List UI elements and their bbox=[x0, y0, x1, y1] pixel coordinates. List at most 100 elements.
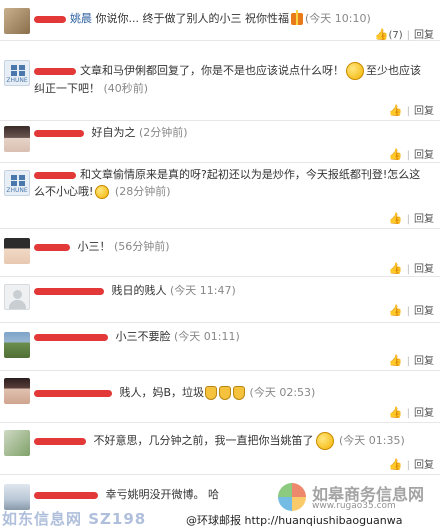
comment-row-4: ZHUNE 和文章偷情原来是真的呀?起初还以为是炒作，今天报纸都刊登!怎么这么不… bbox=[0, 162, 440, 229]
comment-actions: 👍 | 回复 bbox=[388, 406, 434, 419]
comment-actions: 👍(7) | 回复 bbox=[374, 28, 434, 41]
comment-row-7: 小三不要脸 (今天 01:11) 👍 | 回复 bbox=[0, 322, 440, 371]
redacted-username bbox=[34, 287, 104, 295]
comment-text: 不好意思，几分钟之前，我一直把你当姚笛了 bbox=[93, 434, 314, 447]
reply-link[interactable]: 回复 bbox=[414, 460, 434, 471]
comment-text: 你说你... 终于做了别人的小三 祝你性福 bbox=[95, 12, 289, 25]
comment-actions: 👍 | 回复 bbox=[388, 354, 434, 367]
blush-emoji-icon bbox=[95, 185, 110, 199]
comment-actions: 👍 | 回复 bbox=[388, 212, 434, 225]
like-icon[interactable]: 👍 bbox=[389, 458, 403, 471]
redacted-username bbox=[34, 333, 108, 341]
comment-time: (40秒前) bbox=[103, 82, 149, 95]
comment-text: 小三！ bbox=[77, 240, 111, 253]
reply-link[interactable]: 回复 bbox=[414, 214, 434, 225]
reply-link[interactable]: 回复 bbox=[414, 150, 434, 161]
comment-actions: 👍 | 回复 bbox=[388, 104, 434, 117]
comment-time: (2分钟前) bbox=[139, 126, 188, 139]
user-avatar[interactable] bbox=[4, 238, 30, 264]
comment-body: 小三！ (56分钟前) bbox=[34, 238, 426, 255]
redacted-username bbox=[34, 171, 76, 179]
reply-link[interactable]: 回复 bbox=[414, 306, 434, 317]
reply-link[interactable]: 回复 bbox=[414, 408, 434, 419]
user-avatar[interactable] bbox=[4, 484, 30, 510]
comment-actions: 👍 | 回复 bbox=[388, 148, 434, 161]
comment-text: 文章和马伊俐都回复了，你是不是也应该说点什么呀！ bbox=[80, 64, 344, 77]
comment-text: 好自为之 bbox=[91, 126, 136, 139]
comment-row-8: 贱人，妈B，垃圾 (今天 02:53) 👍 | 回复 bbox=[0, 370, 440, 423]
comment-body: 好自为之 (2分钟前) bbox=[34, 124, 426, 141]
grin-emoji-icon bbox=[346, 62, 364, 80]
like-icon[interactable]: 👍 bbox=[375, 28, 389, 41]
site-watermark-logo: 如皋商务信息网 www.rugao35.com bbox=[276, 481, 436, 515]
comment-time: (今天 10:10) bbox=[304, 12, 371, 25]
comment-row-2: ZHUNE 文章和马伊俐都回复了，你是不是也应该说点什么呀！ 至少也应该纠正一下吧… bbox=[0, 54, 440, 121]
grin-emoji-icon bbox=[315, 432, 334, 450]
like-icon[interactable]: 👍 bbox=[389, 262, 403, 275]
comment-row-5: 小三！ (56分钟前) 👍 | 回复 bbox=[0, 228, 440, 277]
redacted-username bbox=[34, 491, 98, 499]
thumbs-down-icon bbox=[219, 386, 232, 400]
watermark-site-url: www.rugao35.com bbox=[312, 501, 396, 511]
comment-body: 贱日的贱人 (今天 11:47) bbox=[34, 282, 426, 299]
comment-time: (今天 02:53) bbox=[249, 386, 316, 399]
user-avatar[interactable]: ZHUNE bbox=[4, 170, 30, 196]
thumbs-down-icon bbox=[205, 386, 218, 400]
watermark-left: 如东信息网 SZ198 bbox=[2, 510, 147, 528]
comment-author[interactable]: 姚晨 bbox=[70, 12, 92, 25]
redacted-username bbox=[34, 389, 112, 397]
comment-time: (今天 11:47) bbox=[170, 284, 236, 297]
redacted-username bbox=[34, 129, 84, 137]
comment-body: 文章和马伊俐都回复了，你是不是也应该说点什么呀！ 至少也应该纠正一下吧！ (40秒… bbox=[34, 62, 426, 97]
redacted-username bbox=[34, 243, 70, 251]
reply-link[interactable]: 回复 bbox=[414, 30, 434, 41]
comment-body: 和文章偷情原来是真的呀?起初还以为是炒作，今天报纸都刊登!怎么这么不小心哦! (… bbox=[34, 166, 426, 200]
watermark-bottom: @环球邮报 http://huanqiushibaoguanwa bbox=[186, 514, 403, 527]
comment-actions: 👍 | 回复 bbox=[388, 262, 434, 275]
comment-text: 小三不要脸 bbox=[115, 330, 171, 343]
comment-actions: 👍 | 回复 bbox=[388, 304, 434, 317]
comment-body: 贱人，妈B，垃圾 (今天 02:53) bbox=[34, 384, 426, 401]
grid-logo-icon bbox=[11, 65, 25, 76]
comment-text: 贱日的贱人 bbox=[111, 284, 167, 297]
user-avatar[interactable]: ZHUNE bbox=[4, 60, 30, 86]
like-icon[interactable]: 👍 bbox=[389, 104, 403, 117]
grid-logo-icon bbox=[11, 175, 25, 186]
reply-link[interactable]: 回复 bbox=[414, 356, 434, 367]
comment-actions: 👍 | 回复 bbox=[388, 458, 434, 471]
comment-text: 幸亏姚明没开微博。 bbox=[105, 488, 205, 501]
default-avatar-icon[interactable] bbox=[4, 284, 30, 310]
gift-icon bbox=[290, 10, 303, 25]
comment-time: (56分钟前) bbox=[114, 240, 170, 253]
comment-text-cont: 哦! bbox=[78, 185, 94, 198]
user-avatar[interactable] bbox=[4, 8, 30, 34]
comment-time: (28分钟前) bbox=[114, 185, 171, 198]
like-icon[interactable]: 👍 bbox=[389, 354, 403, 367]
comment-row-6: 贱日的贱人 (今天 11:47) 👍 | 回复 bbox=[0, 276, 440, 323]
comment-row-1: 姚晨 你说你... 终于做了别人的小三 祝你性福 (今天 10:10) 👍(7) |… bbox=[0, 0, 440, 41]
avatar-label: ZHUNE bbox=[6, 187, 28, 194]
comment-text: 贱人，妈B，垃圾 bbox=[119, 386, 205, 399]
redacted-username bbox=[34, 67, 76, 75]
user-avatar[interactable] bbox=[4, 378, 30, 404]
like-count[interactable]: (7) bbox=[388, 30, 402, 41]
avatar-label: ZHUNE bbox=[6, 77, 28, 84]
redacted-username bbox=[34, 15, 66, 23]
comment-body: 姚晨 你说你... 终于做了别人的小三 祝你性福 (今天 10:10) bbox=[34, 10, 426, 27]
user-avatar[interactable] bbox=[4, 126, 30, 152]
like-icon[interactable]: 👍 bbox=[389, 406, 403, 419]
comment-time: (今天 01:11) bbox=[174, 330, 240, 343]
comment-body: 不好意思，几分钟之前，我一直把你当姚笛了 (今天 01:35) bbox=[34, 432, 426, 450]
user-avatar[interactable] bbox=[4, 332, 30, 358]
like-icon[interactable]: 👍 bbox=[389, 304, 403, 317]
redacted-username bbox=[34, 437, 86, 445]
thumbs-down-icon bbox=[233, 386, 246, 400]
swirl-logo-icon bbox=[278, 483, 306, 511]
like-icon[interactable]: 👍 bbox=[389, 148, 403, 161]
comment-text-tail: 哈 bbox=[208, 488, 219, 501]
comment-time: (今天 01:35) bbox=[339, 434, 405, 447]
user-avatar[interactable] bbox=[4, 430, 30, 456]
reply-link[interactable]: 回复 bbox=[414, 106, 434, 117]
like-icon[interactable]: 👍 bbox=[389, 212, 403, 225]
reply-link[interactable]: 回复 bbox=[414, 264, 434, 275]
